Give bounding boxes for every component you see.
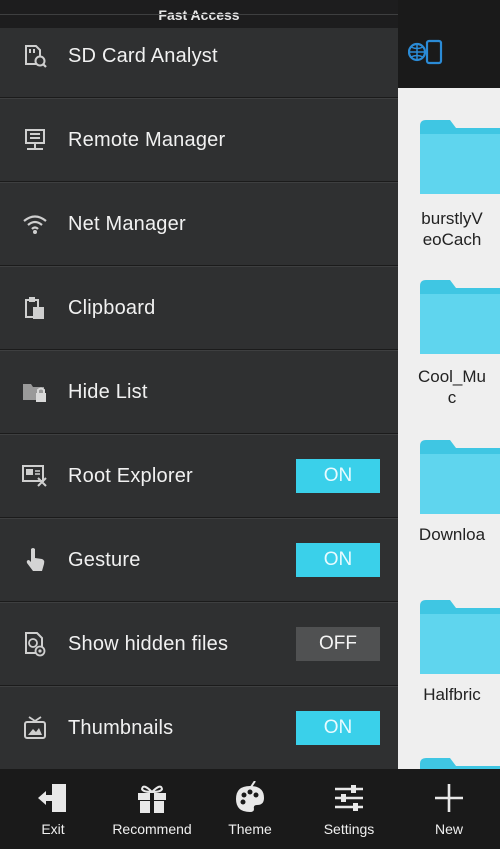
palette-icon bbox=[236, 781, 264, 812]
recommend-label: Recommend bbox=[112, 821, 192, 837]
settings-button[interactable]: Settings bbox=[310, 769, 388, 849]
exit-button[interactable]: Exit bbox=[20, 769, 86, 849]
new-label: New bbox=[434, 821, 463, 837]
file-list-pane: burstlyV eoCach Cool_Mu c Downloa Halfbr… bbox=[398, 0, 500, 849]
menu-item-net-manager[interactable]: Net Manager bbox=[0, 182, 398, 266]
menu-item-gesture[interactable]: Gesture ON bbox=[0, 518, 398, 602]
folder-icon bbox=[420, 120, 500, 194]
theme-button[interactable]: Theme bbox=[216, 769, 284, 849]
menu-item-remote-manager[interactable]: Remote Manager bbox=[0, 98, 398, 182]
menu-item-label: Show hidden files bbox=[68, 632, 229, 655]
gesture-toggle[interactable]: ON bbox=[296, 543, 380, 577]
gift-icon bbox=[138, 785, 166, 813]
clipboard-icon bbox=[22, 295, 48, 321]
sliders-icon bbox=[335, 785, 363, 811]
menu-item-label: Clipboard bbox=[68, 296, 156, 319]
root-icon bbox=[22, 463, 48, 489]
menu-item-sd-card-analyst[interactable]: SD Card Analyst bbox=[0, 14, 398, 98]
hidden-file-icon bbox=[22, 631, 48, 657]
folder-icon bbox=[420, 440, 500, 514]
menu-item-thumbnails[interactable]: Thumbnails ON bbox=[0, 686, 398, 770]
folder-lock-icon bbox=[22, 379, 48, 405]
show-hidden-files-toggle[interactable]: OFF bbox=[296, 627, 380, 661]
exit-icon bbox=[38, 784, 66, 812]
root-explorer-toggle[interactable]: ON bbox=[296, 459, 380, 493]
folder-name: burstlyV eoCach bbox=[421, 209, 483, 249]
sd-card-icon bbox=[22, 43, 48, 69]
exit-label: Exit bbox=[41, 821, 65, 837]
menu-item-label: SD Card Analyst bbox=[68, 44, 218, 67]
hand-icon bbox=[22, 547, 48, 573]
bottom-toolbar: Exit Recommend Theme Settings New bbox=[0, 769, 500, 849]
menu-item-clipboard[interactable]: Clipboard bbox=[0, 266, 398, 350]
new-button[interactable]: New bbox=[412, 769, 486, 849]
menu-item-root-explorer[interactable]: Root Explorer ON bbox=[0, 434, 398, 518]
theme-label: Theme bbox=[228, 821, 272, 837]
menu-item-label: Net Manager bbox=[68, 212, 186, 235]
menu-item-hide-list[interactable]: Hide List bbox=[0, 350, 398, 434]
fast-access-drawer: Fast Access SD Card Analyst Remote Manag… bbox=[0, 0, 398, 849]
image-icon bbox=[22, 715, 48, 741]
menu-item-label: Hide List bbox=[68, 380, 148, 403]
folder-icon bbox=[420, 758, 500, 770]
plus-icon bbox=[435, 784, 463, 812]
settings-label: Settings bbox=[323, 821, 375, 837]
wifi-icon bbox=[22, 211, 48, 237]
menu-item-show-hidden-files[interactable]: Show hidden files OFF bbox=[0, 602, 398, 686]
menu-item-label: Remote Manager bbox=[68, 128, 226, 151]
menu-item-label: Gesture bbox=[68, 548, 141, 571]
folder-icon bbox=[420, 280, 500, 354]
folder-icon bbox=[420, 600, 500, 674]
device-icon[interactable] bbox=[408, 38, 446, 66]
thumbnails-toggle[interactable]: ON bbox=[296, 711, 380, 745]
folder-name: Halfbric bbox=[423, 685, 481, 704]
menu-item-label: Thumbnails bbox=[68, 716, 174, 739]
menu-item-label: Root Explorer bbox=[68, 464, 193, 487]
monitor-icon bbox=[22, 127, 48, 153]
folder-name: Downloa bbox=[418, 525, 486, 544]
folder-name: Cool_Mu c bbox=[417, 367, 487, 407]
recommend-button[interactable]: Recommend bbox=[100, 769, 204, 849]
file-list-header bbox=[398, 0, 500, 88]
